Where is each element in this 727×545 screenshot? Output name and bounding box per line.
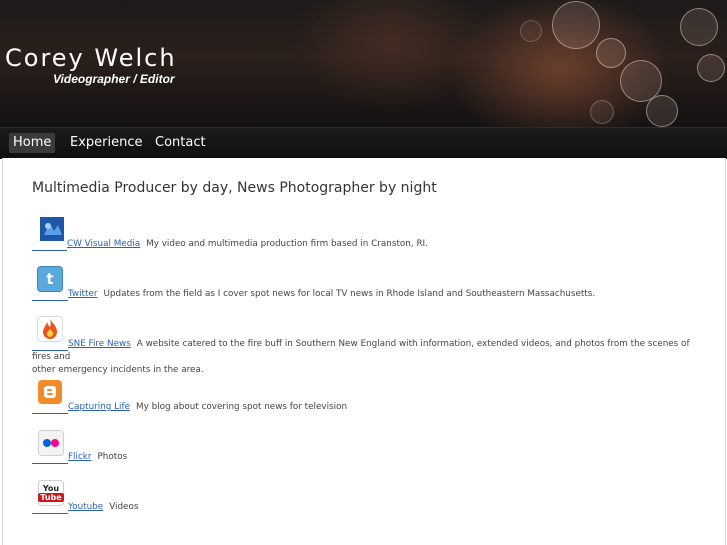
link-cw-visual-media[interactable]: CW Visual Media	[67, 239, 140, 249]
bokeh-decoration	[697, 54, 725, 82]
youtube-icon-text: You	[42, 484, 60, 493]
bokeh-decoration	[646, 95, 678, 127]
link-description: Videos	[109, 502, 139, 512]
main-nav: Home Experience Contact	[0, 127, 727, 159]
link-sne-fire-news[interactable]: SNE Fire News	[68, 339, 131, 349]
link-flickr[interactable]: Flickr	[68, 452, 92, 462]
list-item: CW Visual Media My video and multimedia p…	[32, 238, 428, 251]
bokeh-decoration	[552, 1, 600, 49]
list-item: Flickr Photos	[32, 451, 127, 464]
page-headline: Multimedia Producer by day, News Photogr…	[32, 180, 437, 196]
bokeh-decoration	[590, 100, 614, 124]
nav-item-home[interactable]: Home	[9, 133, 56, 153]
list-item: Capturing Life My blog about covering spo…	[32, 401, 347, 414]
link-description: Updates from the field as I cover spot n…	[103, 289, 596, 299]
list-item: Youtube Videos	[32, 501, 138, 514]
link-capturing-life[interactable]: Capturing Life	[68, 402, 130, 412]
link-description: My video and multimedia production firm …	[146, 239, 428, 249]
nav-item-contact[interactable]: Contact	[151, 133, 210, 153]
list-item: SNE Fire News A website catered to the fi…	[32, 338, 692, 377]
list-item: Twitter Updates from the field as I cover…	[32, 288, 595, 301]
link-description: My blog about covering spot news for tel…	[136, 402, 348, 412]
link-description: Photos	[97, 452, 128, 462]
nav-item-experience[interactable]: Experience	[66, 133, 147, 153]
link-description-continued: other emergency incidents in the area.	[32, 365, 204, 375]
bokeh-decoration	[520, 20, 542, 42]
site-title: Corey Welch	[5, 44, 177, 72]
bokeh-decoration	[596, 38, 626, 68]
link-youtube[interactable]: Youtube	[68, 502, 103, 512]
site-subtitle: Videographer / Editor	[53, 72, 175, 86]
main-content: Multimedia Producer by day, News Photogr…	[2, 158, 726, 545]
bokeh-decoration	[680, 8, 718, 46]
site-header: Corey Welch Videographer / Editor	[0, 0, 727, 127]
link-twitter[interactable]: Twitter	[68, 289, 97, 299]
